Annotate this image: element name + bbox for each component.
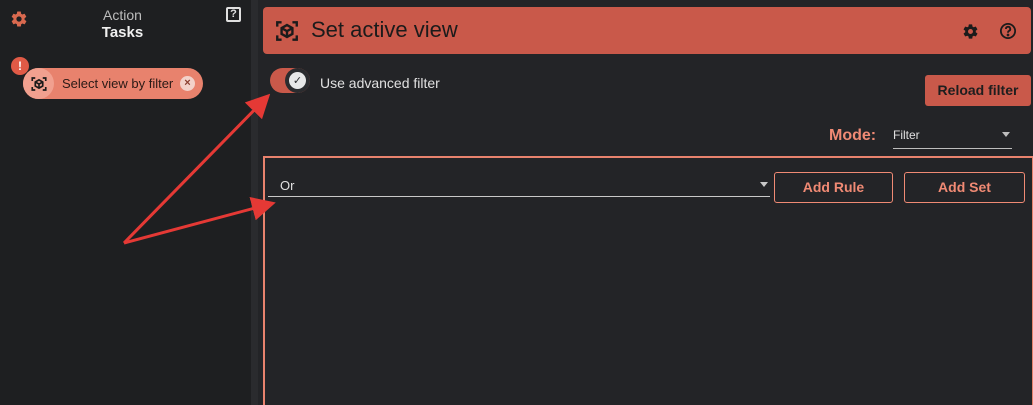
add-set-button[interactable]: Add Set [904,172,1025,203]
mode-label: Mode: [829,127,877,144]
gear-icon[interactable] [962,23,979,40]
cube-scan-icon [23,68,54,99]
page-title: Set active view [311,17,458,42]
app-root: Action Tasks ? Select view by filter × !… [0,0,1033,405]
sidebar-title: Action Tasks [80,7,165,41]
mode-select[interactable]: Filter [893,125,1012,149]
combinator-select[interactable]: Or [268,175,770,197]
check-icon: ✓ [289,72,306,89]
advanced-filter-label: Use advanced filter [320,75,440,91]
sidebar-title-main: Tasks [101,24,144,41]
task-chip-select-view[interactable]: Select view by filter × [23,68,203,99]
toggle-knob: ✓ [285,68,310,93]
chevron-down-icon [760,182,768,187]
close-icon[interactable]: × [180,76,195,91]
cube-scan-icon [276,21,298,41]
combinator-select-value: Or [280,178,295,193]
help-icon[interactable] [999,22,1017,40]
sidebar: Action Tasks ? Select view by filter × ! [0,0,251,405]
gear-icon[interactable] [10,10,28,28]
mode-select-value: Filter [893,128,920,142]
chevron-down-icon [1002,132,1010,137]
add-rule-button[interactable]: Add Rule [774,172,893,203]
warning-badge: ! [11,57,29,75]
help-icon[interactable]: ? [226,7,241,22]
sidebar-resize-handle[interactable] [251,0,258,405]
page-header: Set active view [263,7,1031,54]
reload-filter-button[interactable]: Reload filter [925,75,1031,106]
sidebar-title-sub: Action [103,7,142,23]
task-chip-label: Select view by filter [62,76,174,91]
advanced-filter-toggle[interactable]: ✓ [270,68,310,93]
